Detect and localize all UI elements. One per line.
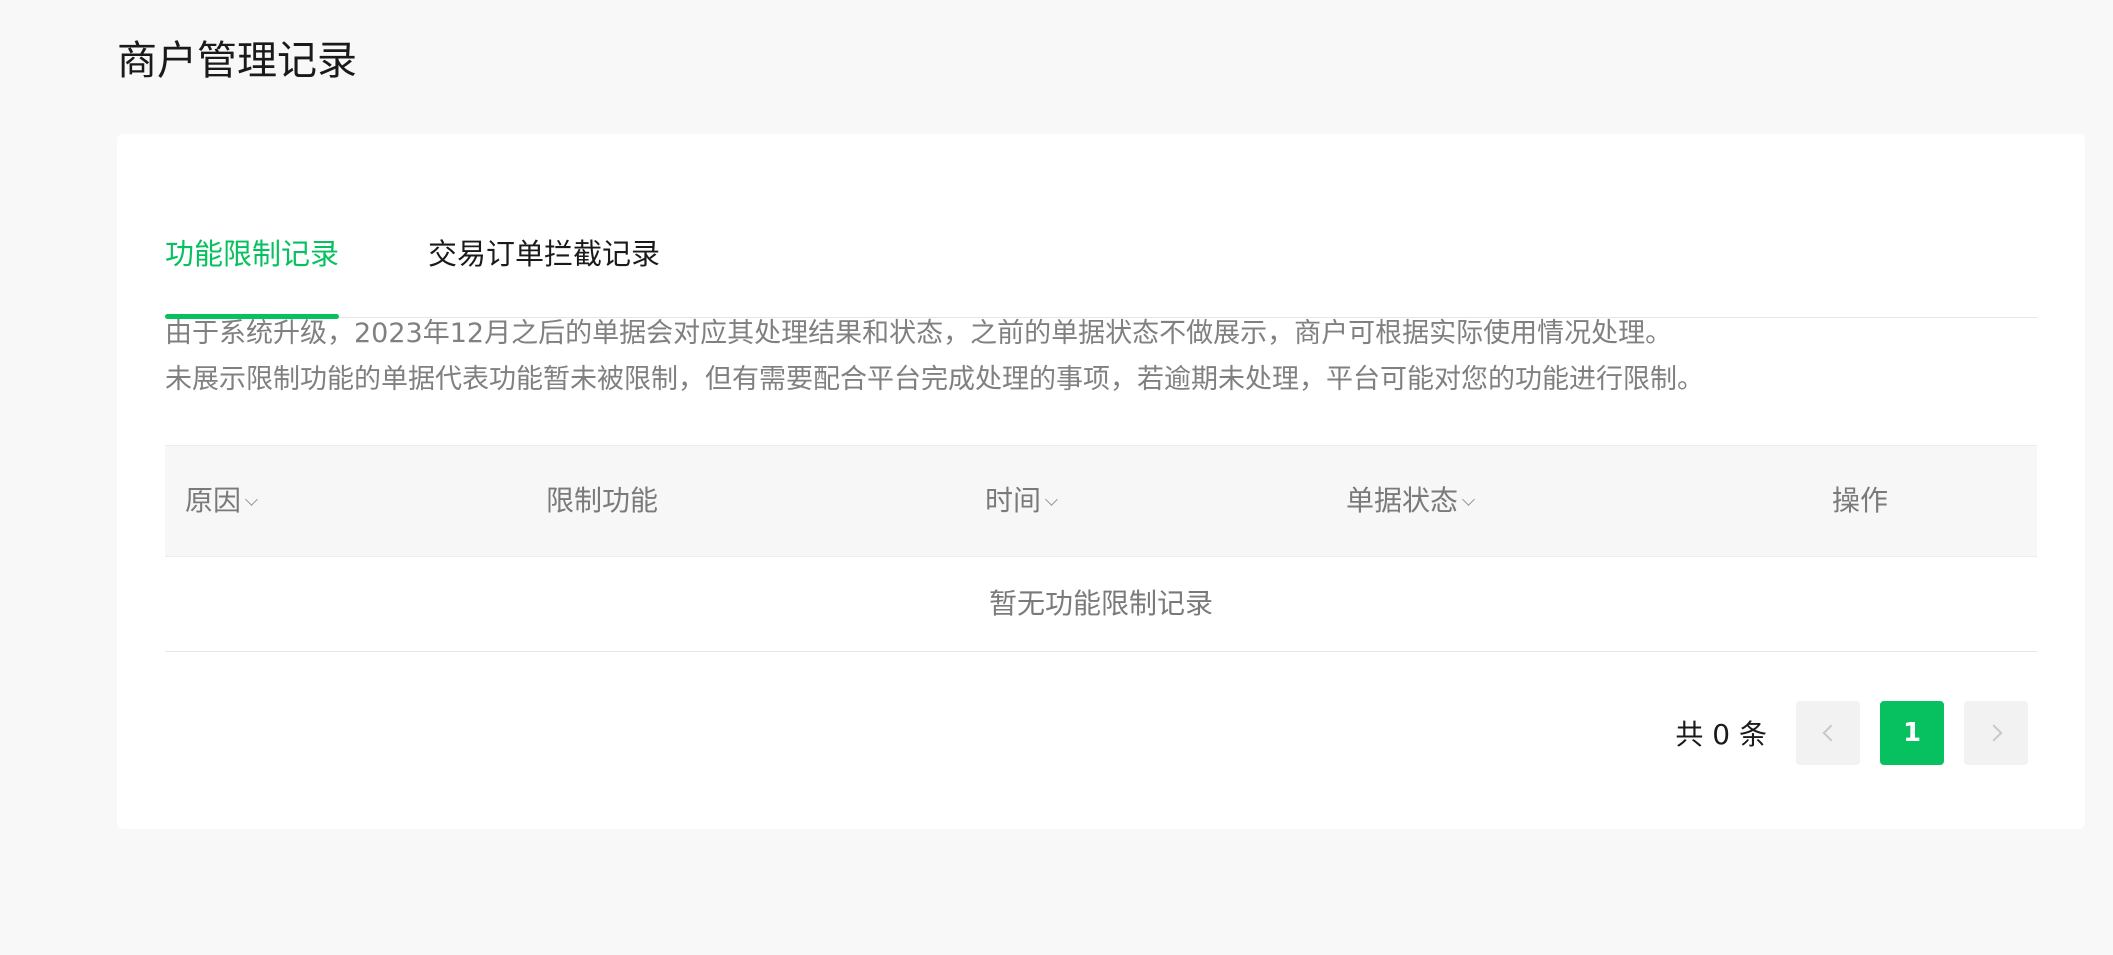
column-header-status[interactable]: 单据状态	[1346, 446, 1475, 556]
records-table: 原因 限制功能 时间 单据状态 操作 暂无功能限制记录	[165, 445, 2037, 652]
notice-line-2: 未展示限制功能的单据代表功能暂未被限制，但有需要配合平台完成处理的事项，若逾期未…	[165, 364, 1704, 395]
tab-bar: 功能限制记录 交易订单拦截记录	[165, 218, 2037, 319]
chevron-down-icon	[1045, 493, 1058, 506]
column-header-function: 限制功能	[546, 484, 659, 517]
prev-page-button[interactable]	[1796, 701, 1860, 765]
tab-transaction-interception-records[interactable]: 交易订单拦截记录	[428, 218, 660, 318]
notice-text: 由于系统升级，2023年12月之后的单据会对应其处理结果和状态，之前的单据状态不…	[165, 311, 2037, 403]
empty-state: 暂无功能限制记录	[165, 557, 2037, 652]
pagination: 共 0 条 1	[1675, 701, 2028, 765]
chevron-left-icon	[1822, 724, 1839, 742]
chevron-right-icon	[1985, 724, 2002, 742]
table-header: 原因 限制功能 时间 单据状态 操作	[165, 445, 2037, 557]
column-header-reason[interactable]: 原因	[185, 446, 258, 556]
column-label-status: 单据状态	[1346, 484, 1459, 517]
page-title: 商户管理记录	[117, 38, 357, 84]
chevron-down-icon	[1462, 493, 1475, 506]
column-header-operation: 操作	[1832, 484, 1889, 517]
tab-function-restriction-records[interactable]: 功能限制记录	[165, 218, 340, 319]
column-label-reason: 原因	[185, 484, 242, 517]
records-card: 功能限制记录 交易订单拦截记录 由于系统升级，2023年12月之后的单据会对应其…	[117, 134, 2085, 829]
chevron-down-icon	[245, 493, 258, 506]
total-count: 共 0 条	[1675, 718, 1767, 751]
column-label-time: 时间	[985, 484, 1042, 517]
next-page-button[interactable]	[1964, 701, 2028, 765]
column-header-time[interactable]: 时间	[985, 446, 1058, 556]
page-button-current[interactable]: 1	[1880, 701, 1944, 765]
notice-line-1: 由于系统升级，2023年12月之后的单据会对应其处理结果和状态，之前的单据状态不…	[165, 318, 1673, 349]
